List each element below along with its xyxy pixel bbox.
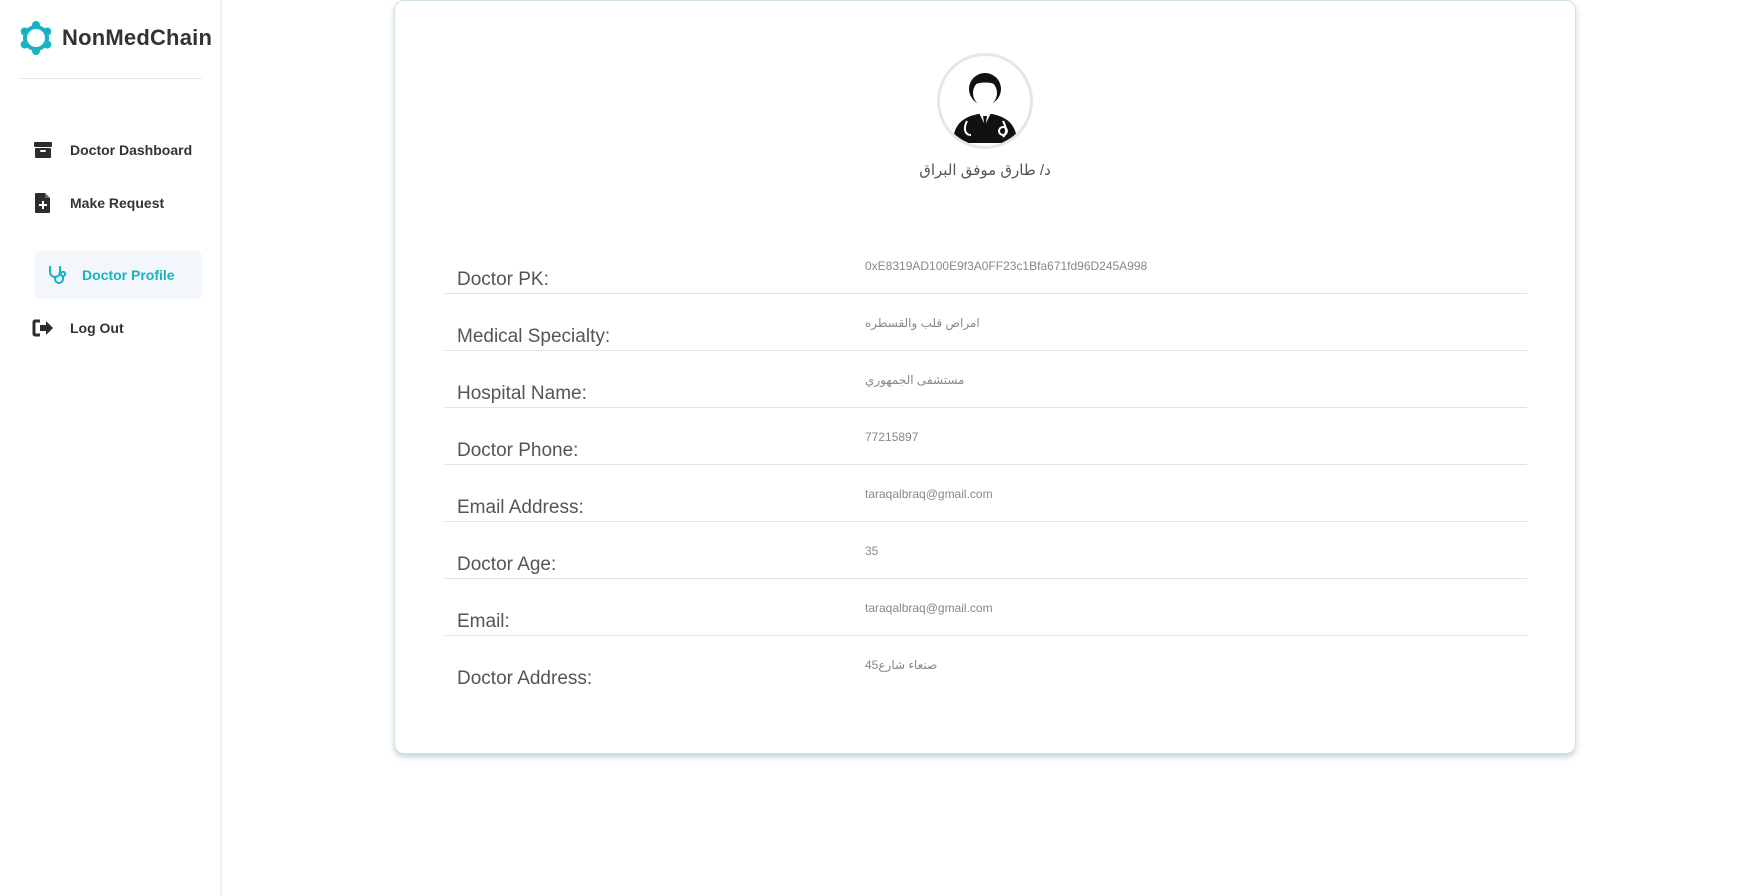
field-value: taraqalbraq@gmail.com — [865, 487, 993, 501]
field-doctor-age: Doctor Age: 35 — [445, 522, 1527, 579]
field-doctor-address: Doctor Address: صنعاء شارع45 — [445, 636, 1527, 693]
sidebar-item-doctor-profile[interactable]: Doctor Profile — [34, 251, 202, 299]
brand-name: NonMedChain — [62, 25, 213, 50]
field-label: Doctor PK: — [457, 269, 549, 290]
sign-out-icon — [32, 317, 54, 339]
file-plus-icon — [32, 192, 54, 214]
main-content: د/ طارق موفق البراق Doctor PK: 0xE8319AD… — [224, 0, 1746, 896]
field-label: Email: — [457, 611, 510, 632]
field-label: Doctor Age: — [457, 554, 557, 575]
field-value: 0xE8319AD100E9f3A0FF23c1Bfa671fd96D245A9… — [865, 259, 1148, 273]
field-doctor-phone: Doctor Phone: 77215897 — [445, 408, 1527, 465]
field-value: taraqalbraq@gmail.com — [865, 601, 993, 615]
field-label: Medical Specialty: — [457, 326, 611, 347]
field-value: امراض قلب والقسطره — [865, 316, 980, 330]
app-root: NonMedChain Doctor Dashboard Make Reques… — [0, 0, 1746, 896]
brand-divider — [20, 78, 202, 79]
stethoscope-icon — [46, 264, 68, 286]
sidebar-item-label: Doctor Dashboard — [70, 142, 193, 158]
field-doctor-pk: Doctor PK: 0xE8319AD100E9f3A0FF23c1Bfa67… — [445, 237, 1527, 294]
field-value: 35 — [865, 544, 879, 558]
field-label: Email Address: — [457, 497, 584, 518]
field-value: صنعاء شارع45 — [865, 658, 938, 672]
field-email: Email: taraqalbraq@gmail.com — [445, 579, 1527, 636]
sidebar-item-log-out[interactable]: Log Out — [30, 305, 202, 351]
profile-card: د/ طارق موفق البراق Doctor PK: 0xE8319AD… — [394, 0, 1576, 754]
field-hospital-name: Hospital Name: مستشفى الجمهوري — [445, 351, 1527, 408]
field-label: Doctor Address: — [457, 668, 593, 689]
field-value: 77215897 — [865, 430, 919, 444]
avatar — [937, 53, 1033, 149]
sidebar-item-make-request[interactable]: Make Request — [30, 180, 202, 226]
sidebar-item-label: Doctor Profile — [82, 267, 175, 283]
sidebar-item-doctor-dashboard[interactable]: Doctor Dashboard — [30, 127, 202, 173]
sidebar-item-label: Log Out — [70, 320, 124, 336]
doctor-name: د/ طارق موفق البراق — [919, 162, 1051, 179]
sidebar-item-label: Make Request — [70, 195, 165, 211]
field-label: Doctor Phone: — [457, 440, 579, 461]
field-value: مستشفى الجمهوري — [865, 373, 965, 387]
doctor-avatar-icon — [953, 73, 1017, 143]
archive-box-icon — [32, 139, 54, 161]
brand[interactable]: NonMedChain — [18, 20, 212, 56]
field-email-address: Email Address: taraqalbraq@gmail.com — [445, 465, 1527, 522]
sidebar: NonMedChain Doctor Dashboard Make Reques… — [0, 0, 222, 896]
field-medical-specialty: Medical Specialty: امراض قلب والقسطره — [445, 294, 1527, 351]
field-label: Hospital Name: — [457, 383, 587, 404]
logo-icon — [20, 21, 52, 55]
